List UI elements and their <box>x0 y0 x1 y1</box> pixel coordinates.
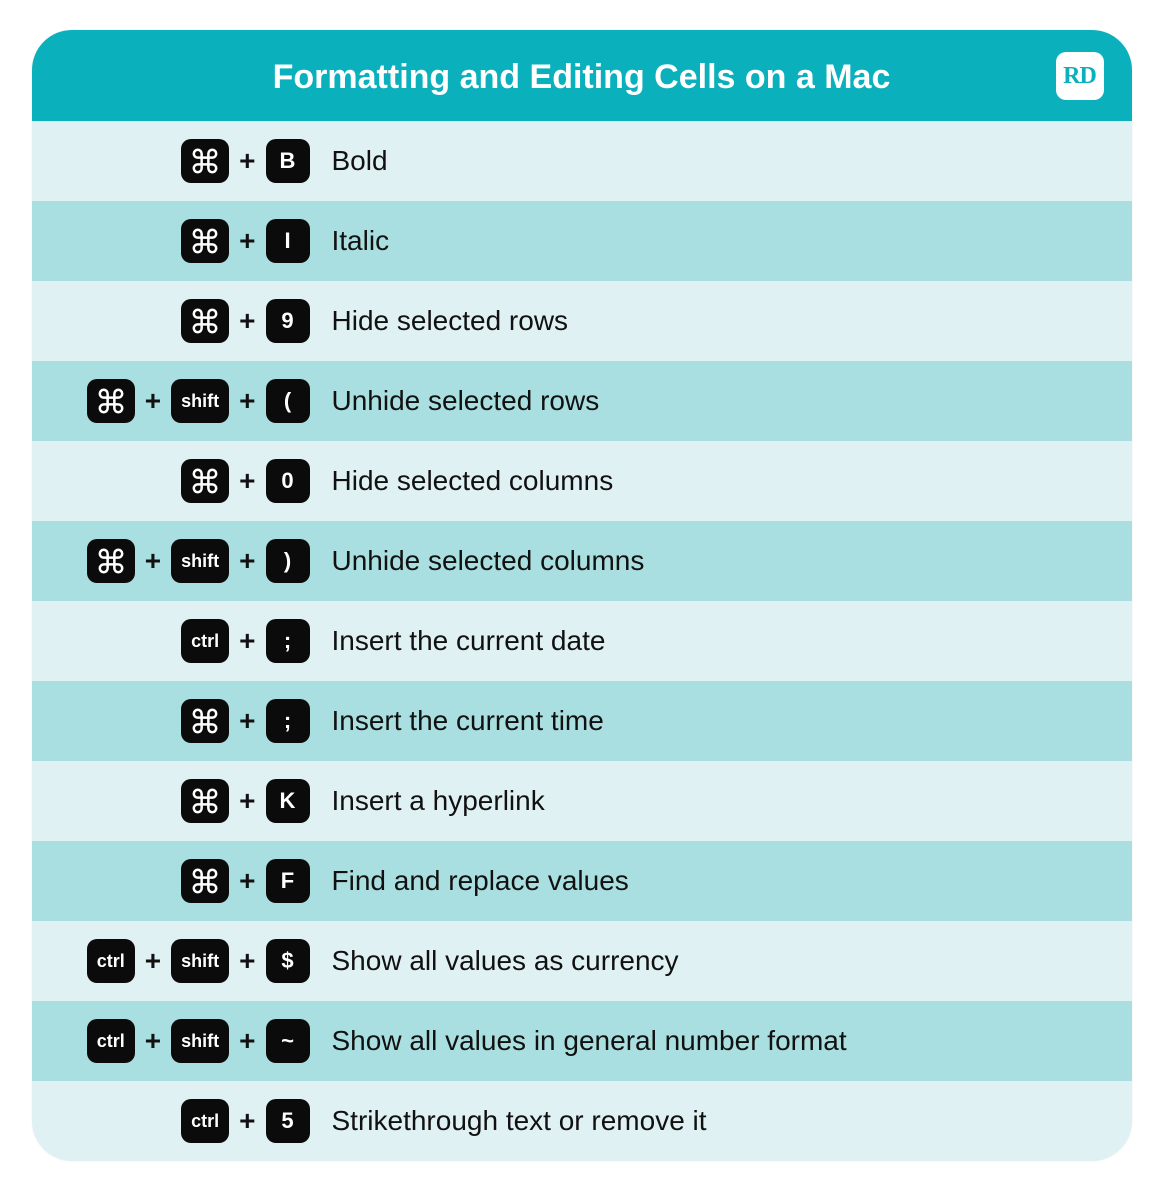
shift-key: shift <box>171 379 229 423</box>
shortcut-description: Show all values in general number format <box>332 1025 1132 1057</box>
char-key: ~ <box>266 1019 310 1063</box>
plus-separator: + <box>237 625 257 657</box>
shortcut-row: +BBold <box>32 121 1132 201</box>
shortcut-row: +FFind and replace values <box>32 841 1132 921</box>
command-key-icon <box>181 699 229 743</box>
shortcut-keys: ctrl+5 <box>32 1099 332 1143</box>
shift-key: shift <box>171 939 229 983</box>
command-key-icon <box>181 219 229 263</box>
command-key-icon <box>87 539 135 583</box>
shortcut-row: +KInsert a hyperlink <box>32 761 1132 841</box>
char-key: $ <box>266 939 310 983</box>
plus-separator: + <box>237 785 257 817</box>
plus-separator: + <box>143 1025 163 1057</box>
shortcut-keys: +; <box>32 699 332 743</box>
shortcut-row: +0Hide selected columns <box>32 441 1132 521</box>
char-key: B <box>266 139 310 183</box>
ctrl-key: ctrl <box>87 939 135 983</box>
plus-separator: + <box>237 945 257 977</box>
shortcut-keys: +9 <box>32 299 332 343</box>
shift-key: shift <box>171 1019 229 1063</box>
char-key: ; <box>266 699 310 743</box>
plus-separator: + <box>237 465 257 497</box>
plus-separator: + <box>237 865 257 897</box>
char-key: F <box>266 859 310 903</box>
char-key: 9 <box>266 299 310 343</box>
shortcut-description: Find and replace values <box>332 865 1132 897</box>
shortcut-description: Hide selected rows <box>332 305 1132 337</box>
plus-separator: + <box>237 1025 257 1057</box>
shortcut-description: Bold <box>332 145 1132 177</box>
card-header: Formatting and Editing Cells on a Mac RD <box>32 30 1132 121</box>
shortcut-keys: ctrl+shift+~ <box>32 1019 332 1063</box>
brand-logo: RD <box>1056 52 1104 100</box>
ctrl-key: ctrl <box>87 1019 135 1063</box>
plus-separator: + <box>237 145 257 177</box>
command-key-icon <box>181 779 229 823</box>
plus-separator: + <box>143 545 163 577</box>
char-key: 0 <box>266 459 310 503</box>
plus-separator: + <box>237 385 257 417</box>
shortcut-description: Unhide selected rows <box>332 385 1132 417</box>
command-key-icon <box>87 379 135 423</box>
shortcut-row: +shift+ ( Unhide selected rows <box>32 361 1132 441</box>
plus-separator: + <box>237 305 257 337</box>
char-key: ; <box>266 619 310 663</box>
shortcut-row: ctrl+shift+~Show all values in general n… <box>32 1001 1132 1081</box>
shortcut-description: Insert a hyperlink <box>332 785 1132 817</box>
shortcut-description: Show all values as currency <box>332 945 1132 977</box>
shortcut-keys: +I <box>32 219 332 263</box>
plus-separator: + <box>143 385 163 417</box>
plus-separator: + <box>237 545 257 577</box>
ctrl-key: ctrl <box>181 619 229 663</box>
ctrl-key: ctrl <box>181 1099 229 1143</box>
char-key: K <box>266 779 310 823</box>
char-key: ( <box>266 379 310 423</box>
shortcut-card: Formatting and Editing Cells on a Mac RD… <box>32 30 1132 1161</box>
shortcut-description: Hide selected columns <box>332 465 1132 497</box>
shortcut-description: Strikethrough text or remove it <box>332 1105 1132 1137</box>
command-key-icon <box>181 139 229 183</box>
char-key: I <box>266 219 310 263</box>
shortcut-description: Insert the current time <box>332 705 1132 737</box>
plus-separator: + <box>237 1105 257 1137</box>
shortcut-keys: ctrl+shift+$ <box>32 939 332 983</box>
shortcut-description: Insert the current date <box>332 625 1132 657</box>
shortcut-keys: +shift+ ( <box>32 379 332 423</box>
card-title: Formatting and Editing Cells on a Mac <box>273 58 891 96</box>
shortcut-rows: +BBold +IItalic +9Hide selected rows +sh… <box>32 121 1132 1161</box>
brand-logo-text: RD <box>1063 63 1096 90</box>
shift-key: shift <box>171 539 229 583</box>
shortcut-row: ctrl+5Strikethrough text or remove it <box>32 1081 1132 1161</box>
shortcut-description: Unhide selected columns <box>332 545 1132 577</box>
shortcut-keys: +B <box>32 139 332 183</box>
shortcut-description: Italic <box>332 225 1132 257</box>
shortcut-row: +shift+)Unhide selected columns <box>32 521 1132 601</box>
plus-separator: + <box>237 225 257 257</box>
shortcut-keys: +0 <box>32 459 332 503</box>
shortcut-row: +9Hide selected rows <box>32 281 1132 361</box>
shortcut-keys: +F <box>32 859 332 903</box>
shortcut-row: ctrl+;Insert the current date <box>32 601 1132 681</box>
command-key-icon <box>181 859 229 903</box>
char-key: 5 <box>266 1099 310 1143</box>
command-key-icon <box>181 299 229 343</box>
char-key: ) <box>266 539 310 583</box>
command-key-icon <box>181 459 229 503</box>
plus-separator: + <box>143 945 163 977</box>
shortcut-row: +;Insert the current time <box>32 681 1132 761</box>
shortcut-row: ctrl+shift+$Show all values as currency <box>32 921 1132 1001</box>
plus-separator: + <box>237 705 257 737</box>
shortcut-keys: +shift+) <box>32 539 332 583</box>
shortcut-keys: +K <box>32 779 332 823</box>
shortcut-keys: ctrl+; <box>32 619 332 663</box>
shortcut-row: +IItalic <box>32 201 1132 281</box>
